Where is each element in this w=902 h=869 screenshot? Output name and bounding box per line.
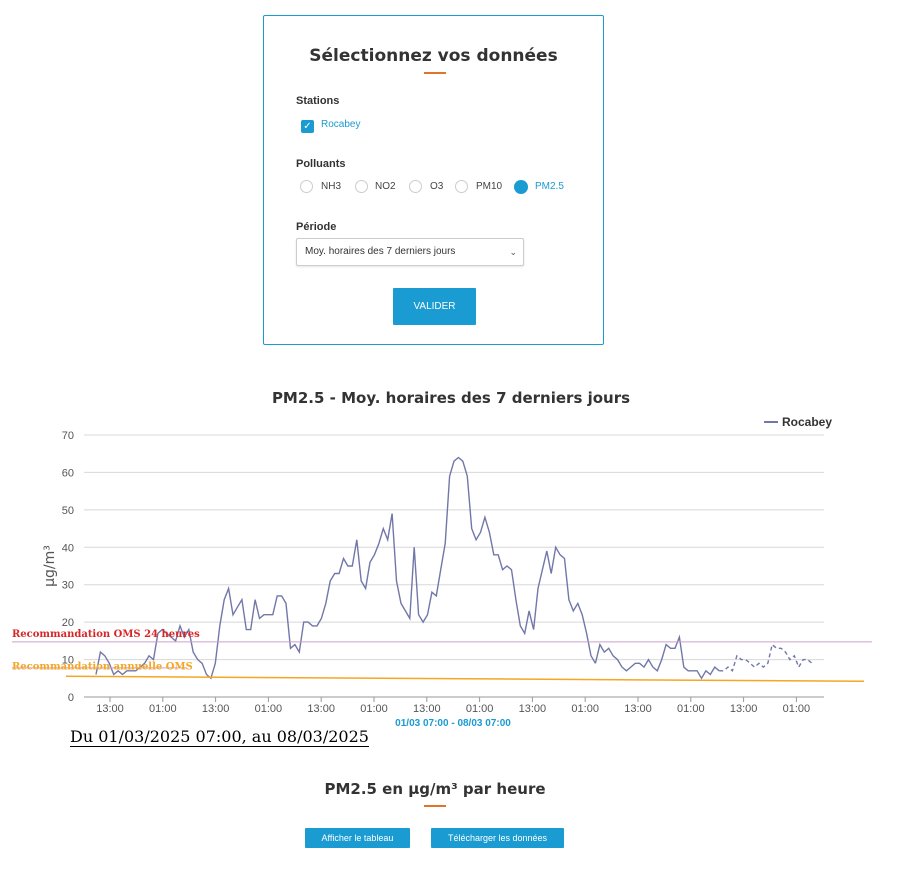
- x-tick-label: 13:00: [307, 703, 335, 715]
- series-line-rocabey-b: [594, 634, 720, 680]
- periode-label: Période: [296, 221, 337, 233]
- radio-o3[interactable]: [409, 180, 422, 193]
- x-tick-label: 01:00: [783, 703, 811, 715]
- radio-o3-label[interactable]: O3: [430, 181, 443, 192]
- radio-no2[interactable]: [355, 180, 368, 193]
- x-tick-label: 13:00: [730, 703, 758, 715]
- x-tick-label: 01:00: [255, 703, 283, 715]
- pm25-line-chart: 010203040506070 13:00 01:00 13:00 01:00 13:0…: [12, 415, 872, 729]
- stations-label: Stations: [296, 95, 340, 107]
- panel-title: Sélectionnez vos données: [309, 46, 558, 66]
- periode-select[interactable]: Moy. horaires des 7 derniers jours ⌄: [296, 238, 524, 266]
- radio-pm25-label[interactable]: PM2.5: [535, 181, 564, 192]
- y-tick-label: 40: [62, 542, 74, 554]
- series-line-rocabey: [95, 456, 597, 680]
- x-tick-label: 13:00: [413, 703, 441, 715]
- oms-annual-label: Recommandation annuelle OMS: [12, 661, 193, 672]
- radio-nh3[interactable]: [300, 180, 313, 193]
- x-tick-label: 01:00: [677, 703, 705, 715]
- section2-underline: [424, 805, 446, 807]
- x-tick-label: 01:00: [360, 703, 388, 715]
- show-table-button[interactable]: Afficher le tableau: [305, 828, 410, 848]
- download-data-button[interactable]: Télécharger les données: [431, 828, 564, 848]
- radio-pm10-label[interactable]: PM10: [476, 181, 502, 192]
- x-tick-label: 13:00: [96, 703, 124, 715]
- oms-annual-line: [65, 675, 865, 683]
- y-tick-label: 70: [62, 430, 74, 442]
- title-underline: [424, 72, 446, 74]
- x-tick-label: 13:00: [519, 703, 547, 715]
- radio-no2-label[interactable]: NO2: [375, 181, 396, 192]
- y-tick-label: 20: [62, 617, 74, 629]
- period-text: Du 01/03/2025 07:00, au 08/03/2025: [70, 727, 369, 747]
- chevron-down-icon: ⌄: [509, 247, 517, 257]
- y-tick-label: 60: [62, 467, 74, 479]
- x-tick-label: 13:00: [202, 703, 230, 715]
- station-label[interactable]: Rocabey: [321, 119, 360, 130]
- y-tick-label: 30: [62, 580, 74, 592]
- chart-title: PM2.5 - Moy. horaires des 7 derniers jou…: [271, 389, 631, 407]
- section2-title: PM2.5 en µg/m³ par heure: [324, 780, 546, 798]
- x-range-label: 01/03 07:00 - 08/03 07:00: [395, 718, 511, 729]
- periode-select-value: Moy. horaires des 7 derniers jours: [305, 246, 456, 257]
- station-checkbox[interactable]: ✓: [301, 120, 314, 133]
- valider-button[interactable]: VALIDER: [393, 288, 476, 325]
- x-tick-label: 01:00: [466, 703, 494, 715]
- legend-label: Rocabey: [782, 415, 832, 429]
- y-tick-label: 0: [68, 692, 74, 704]
- y-axis-label: µg/m³: [42, 545, 58, 587]
- radio-nh3-label[interactable]: NH3: [321, 181, 341, 192]
- oms-24h-label: Recommandation OMS 24 heures: [12, 629, 200, 640]
- y-tick-label: 50: [62, 505, 74, 517]
- x-tick-label: 13:00: [624, 703, 652, 715]
- x-tick-label: 01:00: [571, 703, 599, 715]
- radio-pm10[interactable]: [455, 180, 468, 193]
- polluants-label: Polluants: [296, 158, 346, 170]
- series-line-rocabey-dashed: [719, 643, 813, 673]
- data-selection-panel: Sélectionnez vos données Stations ✓ Roca…: [263, 15, 604, 345]
- x-tick-label: 01:00: [149, 703, 177, 715]
- radio-pm25[interactable]: [514, 180, 528, 194]
